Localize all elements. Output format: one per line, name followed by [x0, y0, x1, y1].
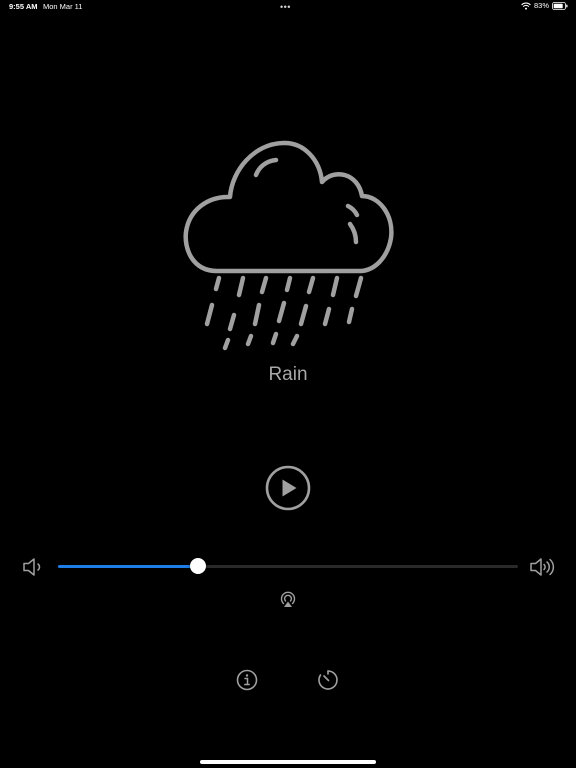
rain-cloud-icon [183, 140, 394, 351]
battery-percent: 83% [533, 1, 549, 10]
airplay-icon[interactable] [278, 589, 298, 609]
wifi-icon [521, 2, 531, 10]
status-indicators: 83% [521, 1, 568, 10]
multitasking-dots[interactable]: ••• [280, 2, 291, 12]
timer-icon[interactable] [317, 669, 339, 691]
home-indicator[interactable] [200, 760, 376, 764]
volume-slider-fill [58, 565, 198, 568]
play-circle-icon[interactable] [265, 465, 311, 511]
speaker-low-icon[interactable] [22, 556, 46, 578]
volume-slider-thumb[interactable] [189, 558, 206, 574]
battery-icon [552, 1, 568, 10]
info-icon[interactable] [236, 669, 258, 691]
status-bar: 9:55 AM Mon Mar 11 ••• 83% [0, 0, 576, 14]
status-time: 9:55 AM [9, 2, 38, 11]
sound-name: Rain [268, 364, 308, 385]
speaker-high-icon[interactable] [529, 556, 555, 578]
volume-slider[interactable] [58, 558, 518, 574]
status-date: Mon Mar 11 [43, 2, 83, 11]
